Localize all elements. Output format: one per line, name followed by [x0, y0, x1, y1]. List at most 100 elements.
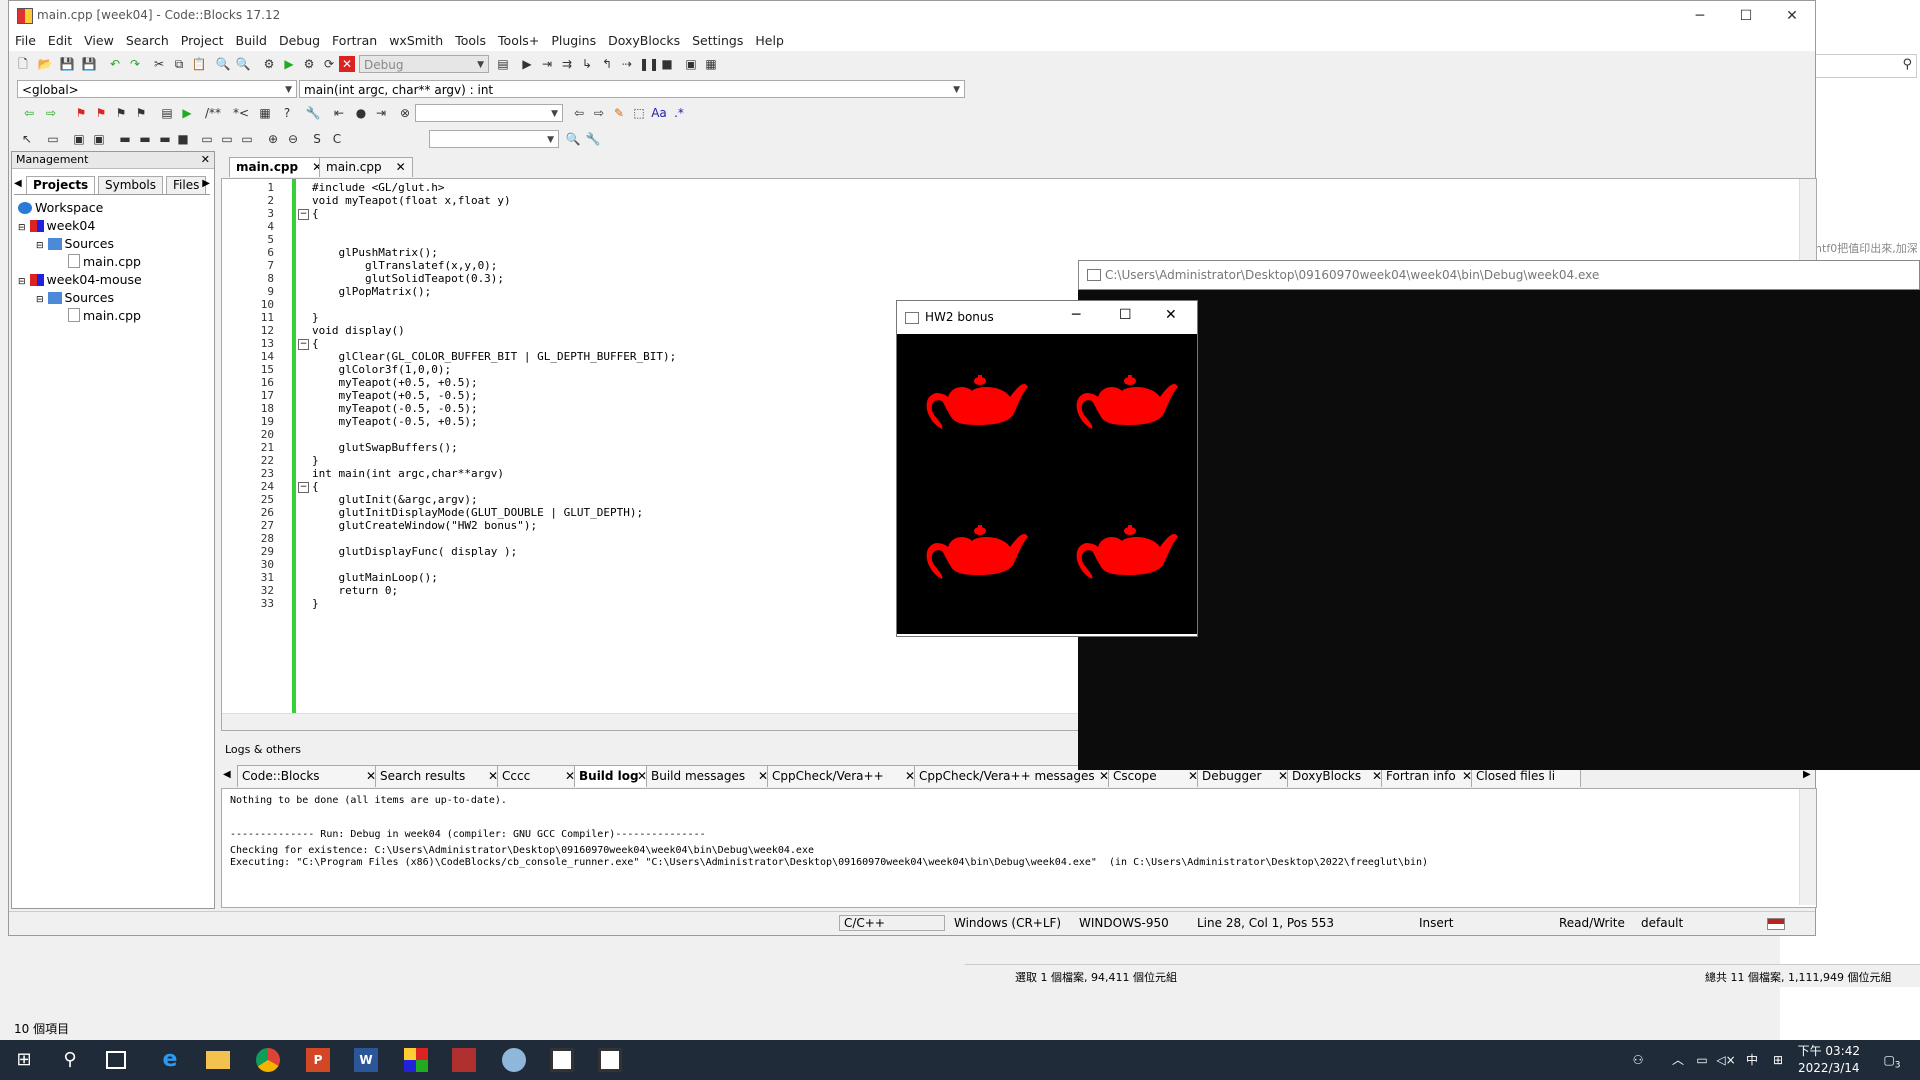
tree-file-main-cpp[interactable]: main.cpp — [68, 308, 141, 323]
bookmark-next-icon[interactable]: ⚑ — [113, 105, 129, 121]
doc-icon[interactable]: ▤ — [159, 105, 175, 121]
chm-doc-icon[interactable]: ? — [279, 105, 295, 121]
close-icon[interactable]: ✕ — [201, 152, 210, 168]
menu-search[interactable]: Search — [120, 31, 175, 50]
line-comment-icon[interactable]: *< — [229, 105, 253, 121]
build-target-select[interactable]: Debug ▼ — [359, 55, 489, 73]
logs-tab[interactable]: Cccc ✕ — [497, 765, 580, 787]
tree-workspace[interactable]: Workspace — [18, 200, 103, 215]
menu-build[interactable]: Build — [230, 31, 273, 50]
cut-icon[interactable]: ✂ — [151, 56, 167, 72]
menu-edit[interactable]: Edit — [42, 31, 78, 50]
next-line-icon[interactable]: ⇉ — [559, 56, 575, 72]
maximize-button[interactable]: ☐ — [1119, 307, 1132, 323]
search-icon[interactable]: ⚲ — [58, 1048, 82, 1072]
html-doc-icon[interactable]: ▦ — [257, 105, 273, 121]
debug-start-icon[interactable]: ▶ — [519, 56, 535, 72]
fold-marker-icon[interactable]: − — [298, 209, 309, 220]
widget-c-icon[interactable]: ▬ — [157, 131, 173, 147]
find-box-icon[interactable]: ⊗ — [397, 105, 413, 121]
stop-debug-icon[interactable]: ■ — [659, 56, 675, 72]
step-out-icon[interactable]: ↰ — [599, 56, 615, 72]
function-select[interactable]: main(int argc, char** argv) : int ▼ — [299, 80, 965, 98]
volume-icon[interactable]: ◁× — [1714, 1048, 1738, 1072]
maximize-button[interactable]: ☐ — [1723, 1, 1769, 31]
chrome-icon[interactable] — [256, 1048, 280, 1072]
regex-icon[interactable]: .* — [671, 105, 687, 121]
logs-tab-scroll-right-icon[interactable]: ▶ — [1803, 769, 1811, 780]
menu-plugins[interactable]: Plugins — [545, 31, 602, 50]
widget-f-icon[interactable]: ▭ — [219, 131, 235, 147]
widget-d-icon[interactable]: ■ — [175, 131, 191, 147]
menu-file[interactable]: File — [9, 31, 42, 50]
keyboard-icon[interactable]: ⊞ — [1766, 1048, 1790, 1072]
match-case-icon[interactable]: Aa — [651, 105, 667, 121]
tab-scroll-left-icon[interactable]: ◀ — [14, 178, 22, 189]
word-icon[interactable]: W — [354, 1048, 378, 1072]
tree-file-main-cpp[interactable]: main.cpp — [68, 254, 141, 269]
close-button[interactable]: ✕ — [1769, 1, 1815, 31]
clock[interactable]: 下午 03:42 2022/3/14 — [1798, 1043, 1860, 1077]
widget-frame-icon[interactable]: ▭ — [45, 131, 61, 147]
widget-g-icon[interactable]: ▭ — [239, 131, 255, 147]
search-prev-icon[interactable]: ⇦ — [571, 105, 587, 121]
widget-e-icon[interactable]: ▭ — [199, 131, 215, 147]
glut-window[interactable]: HW2 bonus ─ ☐ ✕ — [896, 300, 1198, 637]
zoom-out-icon[interactable]: ⊖ — [285, 131, 301, 147]
close-icon[interactable]: ✕ — [396, 160, 406, 174]
jump-dot-icon[interactable]: ● — [353, 105, 369, 121]
bookmark-toggle-icon[interactable]: ⚑ — [73, 105, 89, 121]
people-icon[interactable]: ⚇ — [1626, 1048, 1650, 1072]
tree-folder-sources[interactable]: ⊟ Sources — [36, 236, 114, 251]
menu-project[interactable]: Project — [175, 31, 230, 50]
close-button[interactable]: ✕ — [1165, 307, 1177, 323]
pointer-icon[interactable]: ↖ — [19, 131, 35, 147]
notification-icon[interactable]: ▢3 — [1880, 1048, 1904, 1072]
tree-folder-sources[interactable]: ⊟ Sources — [36, 290, 114, 305]
menu-wxsmith[interactable]: wxSmith — [383, 31, 449, 50]
info-icon[interactable]: ▦ — [703, 56, 719, 72]
menu-tools[interactable]: Tools — [449, 31, 492, 50]
gl-canvas[interactable] — [897, 334, 1197, 634]
logs-tab[interactable]: Code::Blocks ✕ — [237, 765, 381, 787]
menu-debug[interactable]: Debug — [273, 31, 326, 50]
log-scrollbar[interactable] — [1799, 789, 1816, 905]
powerpoint-icon[interactable]: P — [306, 1048, 330, 1072]
symbol-search-input[interactable]: ▼ — [429, 130, 559, 148]
run-to-cursor-icon[interactable]: ⇥ — [539, 56, 555, 72]
chevron-up-icon[interactable]: ︿ — [1666, 1048, 1690, 1072]
scope-select[interactable]: <global> ▼ — [17, 80, 297, 98]
build-gear-icon[interactable]: ⚙ — [261, 56, 277, 72]
network-icon[interactable]: ▭ — [1690, 1048, 1714, 1072]
menu-doxyblocks[interactable]: DoxyBlocks — [602, 31, 686, 50]
selected-only-icon[interactable]: ⬚ — [631, 105, 647, 121]
widget-image-icon[interactable]: ▣ — [71, 131, 87, 147]
new-file-icon[interactable]: 🗋 — [15, 56, 31, 72]
menu-settings[interactable]: Settings — [686, 31, 749, 50]
task-view-icon[interactable] — [106, 1051, 126, 1069]
console-task-icon[interactable] — [550, 1048, 574, 1072]
tree-project-week04[interactable]: ⊟ week04 — [18, 218, 95, 233]
jump-forward-icon[interactable]: ⇥ — [373, 105, 389, 121]
logs-tab[interactable]: CppCheck/Vera++ ✕ — [767, 765, 920, 787]
back-arrow-icon[interactable]: ⇦ — [21, 105, 37, 121]
run-icon[interactable]: ▶ — [281, 56, 297, 72]
minimize-button[interactable]: ─ — [1677, 1, 1723, 31]
console-window[interactable] — [1078, 260, 1920, 770]
bookmark-prev-icon[interactable]: ⚑ — [93, 105, 109, 121]
wrench-icon[interactable]: 🔧 — [305, 105, 321, 121]
replace-icon[interactable]: 🔍 — [235, 56, 251, 72]
debug-windows-icon[interactable]: ▣ — [683, 56, 699, 72]
incremental-search-input[interactable]: ▼ — [415, 104, 563, 122]
menu-tools-plus[interactable]: Tools+ — [492, 31, 545, 50]
break-icon[interactable]: ❚❚ — [639, 56, 659, 72]
tab-files[interactable]: Files — [166, 176, 207, 194]
glut-task-icon[interactable] — [598, 1048, 622, 1072]
fold-marker-icon[interactable]: − — [298, 339, 309, 350]
target-options-icon[interactable]: ▤ — [495, 56, 511, 72]
edge-icon[interactable]: e — [158, 1048, 182, 1072]
forward-arrow-icon[interactable]: ⇨ — [43, 105, 59, 121]
logs-tab[interactable]: Build log ✕ — [574, 765, 652, 787]
tab-scroll-right-icon[interactable]: ▶ — [202, 178, 210, 189]
bookmark-clear-icon[interactable]: ⚑ — [133, 105, 149, 121]
